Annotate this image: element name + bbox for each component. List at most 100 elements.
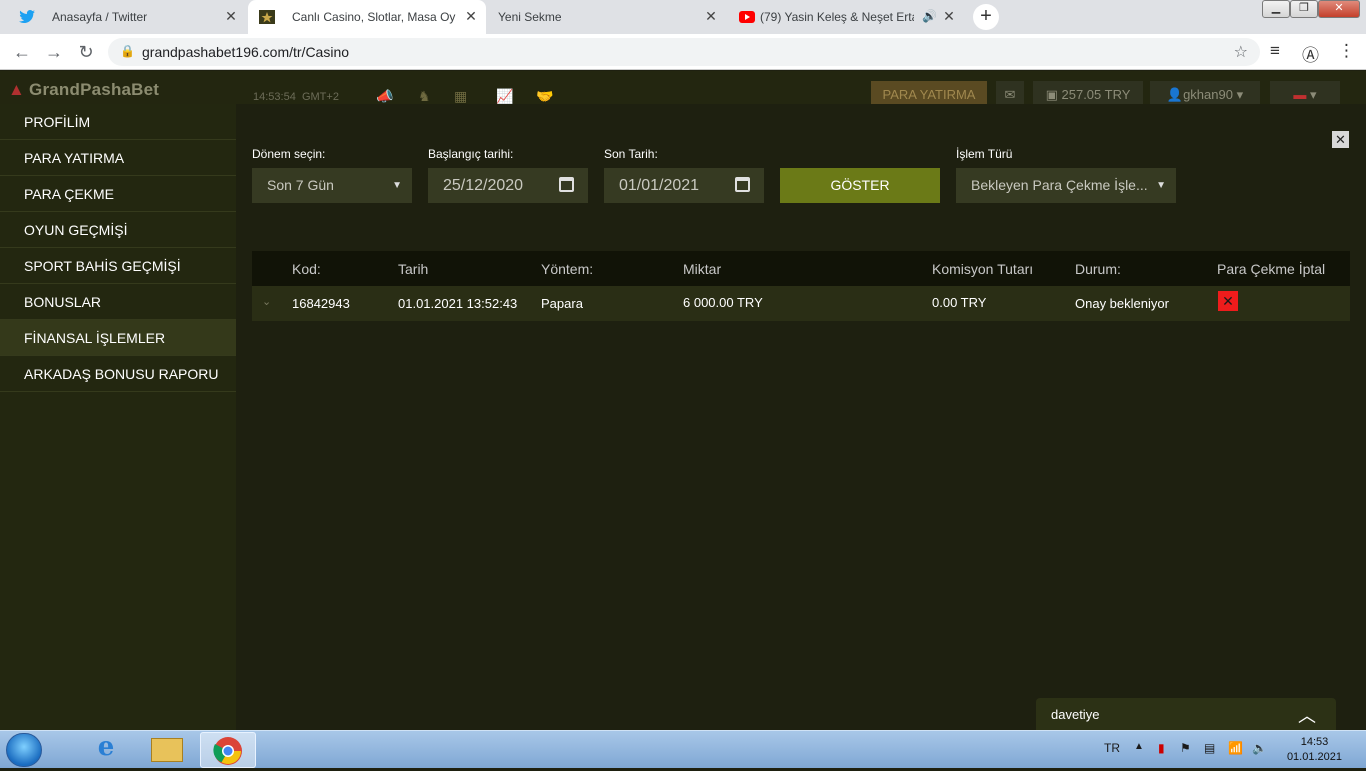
close-tab-icon[interactable]: ✕: [222, 8, 240, 25]
cell-date: 01.01.2021 13:52:43: [398, 296, 518, 311]
column-header-commission: Komisyon Tutarı: [932, 261, 1034, 277]
show-button[interactable]: GÖSTER: [780, 168, 940, 203]
transactions-table: Kod: Tarih Yöntem: Miktar Komisyon Tutar…: [252, 251, 1350, 321]
start-date-input[interactable]: 25/12/2020: [428, 168, 588, 203]
sidebar-item-financial-transactions[interactable]: FİNANSAL İŞLEMLER: [0, 320, 236, 356]
table-row[interactable]: ⌄ 16842943 01.01.2021 13:52:43 Papara 6 …: [252, 286, 1350, 321]
start-button[interactable]: [6, 733, 42, 767]
end-date-input[interactable]: 01/01/2021: [604, 168, 764, 203]
back-arrow-icon[interactable]: ←: [10, 40, 34, 64]
calendar-icon[interactable]: [559, 177, 574, 192]
live-icon[interactable]: 📣: [376, 88, 393, 105]
statistics-icon[interactable]: 📈: [496, 88, 513, 105]
extension-icon[interactable]: Ⓐ: [1302, 41, 1319, 66]
chevron-up-icon[interactable]: ︿: [1298, 702, 1316, 728]
address-bar: ← → ↻ 🔒 grandpashabet196.com/tr/Casino ☆…: [0, 34, 1366, 70]
window-close-button[interactable]: ✕: [1318, 0, 1360, 18]
cell-amount: 6 000.00 TRY: [683, 295, 763, 310]
chrome-icon: [213, 737, 242, 765]
sidebar-item-sport-bet-history[interactable]: SPORT BAHİS GEÇMİŞİ: [0, 248, 236, 284]
language-indicator[interactable]: TR: [1104, 741, 1120, 755]
account-sidebar: PROFİLİM PARA YATIRMA PARA ÇEKME OYUN GE…: [0, 104, 236, 730]
column-header-code: Kod:: [292, 261, 321, 277]
menu-dots-icon[interactable]: ⋮: [1338, 41, 1355, 61]
caret-down-icon: ▼: [392, 180, 402, 191]
column-header-status: Durum:: [1075, 261, 1121, 277]
invite-widget[interactable]: davetiye ︿: [1036, 698, 1336, 730]
site-favicon-icon: [259, 10, 275, 24]
wallet-icon: ▣: [1045, 87, 1062, 102]
internet-explorer-icon[interactable]: e: [78, 732, 134, 768]
sidebar-item-friend-bonus-report[interactable]: ARKADAŞ BONUSU RAPORU: [0, 356, 236, 392]
url-text: grandpashabet196.com/tr/Casino: [142, 44, 350, 60]
minimize-button[interactable]: ▁: [1262, 0, 1290, 18]
action-center-flag-icon[interactable]: ⚑: [1180, 741, 1191, 755]
transaction-type-select[interactable]: Bekleyen Para Çekme İşle... ▼: [956, 168, 1176, 203]
tab-casino[interactable]: Canlı Casino, Slotlar, Masa Oyunl ✕: [248, 0, 486, 34]
horse-racing-icon[interactable]: ♞: [418, 88, 431, 105]
chrome-taskbar-icon[interactable]: [200, 732, 256, 768]
column-header-method: Yöntem:: [541, 261, 594, 277]
tab-label: Yeni Sekme: [498, 10, 562, 24]
new-tab-button[interactable]: +: [973, 4, 999, 30]
power-icon[interactable]: ▤: [1204, 741, 1215, 755]
tray-app-icon[interactable]: ▮: [1158, 741, 1165, 755]
browser-tab-bar: Anasayfa / Twitter ✕ Canlı Casino, Slotl…: [0, 0, 1366, 34]
scoreboard-icon[interactable]: ▦: [454, 88, 467, 105]
cell-commission: 0.00 TRY: [932, 295, 987, 310]
header-clock: 14:53:54 GMT+2: [253, 91, 339, 103]
santa-hat-icon: ▲: [8, 80, 26, 99]
tab-new[interactable]: Yeni Sekme ✕: [488, 0, 726, 34]
tab-youtube[interactable]: (79) Yasin Keleş & Neşet Erta 🔊 ✕: [728, 0, 964, 34]
column-header-amount: Miktar: [683, 261, 722, 277]
youtube-icon: [739, 11, 755, 23]
site-header: ▲ GrandPashaBet 14:53:54 GMT+2 📣 ♞ ▦ 📈 🤝 …: [0, 71, 1366, 106]
sidebar-item-profile[interactable]: PROFİLİM: [0, 104, 236, 140]
audio-playing-icon[interactable]: 🔊: [922, 9, 937, 23]
media-control-icon[interactable]: ≡: [1270, 41, 1280, 61]
balance-display[interactable]: ▣ 257.05 TRY: [1033, 81, 1143, 106]
taskbar-clock[interactable]: 14:53 01.01.2021: [1287, 735, 1342, 765]
site-logo[interactable]: ▲ GrandPashaBet: [8, 80, 159, 100]
end-date-label: Son Tarih:: [604, 147, 658, 161]
forward-arrow-icon[interactable]: →: [42, 40, 66, 64]
sidebar-item-bonuses[interactable]: BONUSLAR: [0, 284, 236, 320]
header-deposit-button[interactable]: PARA YATIRMA: [871, 81, 987, 106]
turkey-flag-icon: ▬: [1293, 87, 1307, 102]
tab-label: Canlı Casino, Slotlar, Masa Oyunl: [292, 10, 456, 24]
file-explorer-icon[interactable]: [139, 732, 195, 768]
cancel-withdrawal-button[interactable]: ✕: [1218, 291, 1238, 311]
column-header-date: Tarih: [398, 261, 429, 277]
volume-icon[interactable]: 🔈: [1252, 741, 1267, 755]
sidebar-item-game-history[interactable]: OYUN GEÇMİŞİ: [0, 212, 236, 248]
transaction-type-label: İşlem Türü: [956, 147, 1013, 161]
tab-twitter[interactable]: Anasayfa / Twitter ✕: [8, 0, 246, 34]
language-selector[interactable]: ▬ ▾: [1270, 81, 1340, 106]
sidebar-item-withdraw[interactable]: PARA ÇEKME: [0, 176, 236, 212]
windows-taskbar: e TR ▲ ▮ ⚑ ▤ 📶 🔈 14:53 01.01.2021: [0, 730, 1366, 768]
calendar-icon[interactable]: [735, 177, 750, 192]
close-tab-icon[interactable]: ✕: [462, 8, 480, 25]
close-tab-icon[interactable]: ✕: [940, 8, 958, 25]
period-label: Dönem seçin:: [252, 147, 326, 161]
network-icon[interactable]: 📶: [1228, 741, 1243, 755]
sidebar-item-deposit[interactable]: PARA YATIRMA: [0, 140, 236, 176]
tab-label: (79) Yasin Keleş & Neşet Erta: [760, 10, 914, 24]
twitter-icon: [19, 10, 35, 23]
mail-icon[interactable]: ✉: [996, 81, 1024, 106]
column-header-cancel: Para Çekme İptal: [1217, 261, 1326, 277]
close-panel-button[interactable]: ✕: [1332, 131, 1349, 148]
period-select[interactable]: Son 7 Gün ▼: [252, 168, 412, 203]
user-menu[interactable]: 👤gkhan90 ▾: [1150, 81, 1260, 106]
invite-label: davetiye: [1051, 707, 1100, 722]
show-hidden-icons[interactable]: ▲: [1134, 741, 1144, 752]
omnibox[interactable]: 🔒 grandpashabet196.com/tr/Casino ☆: [108, 38, 1260, 66]
reload-icon[interactable]: ↻: [74, 40, 98, 64]
maximize-button[interactable]: ❐: [1290, 0, 1318, 18]
handshake-icon[interactable]: 🤝: [536, 88, 553, 105]
cell-method: Papara: [541, 296, 583, 311]
close-tab-icon[interactable]: ✕: [702, 8, 720, 25]
caret-down-icon: ▼: [1156, 180, 1166, 191]
chevron-down-icon[interactable]: ⌄: [262, 295, 271, 308]
bookmark-star-icon[interactable]: ☆: [1234, 42, 1248, 62]
